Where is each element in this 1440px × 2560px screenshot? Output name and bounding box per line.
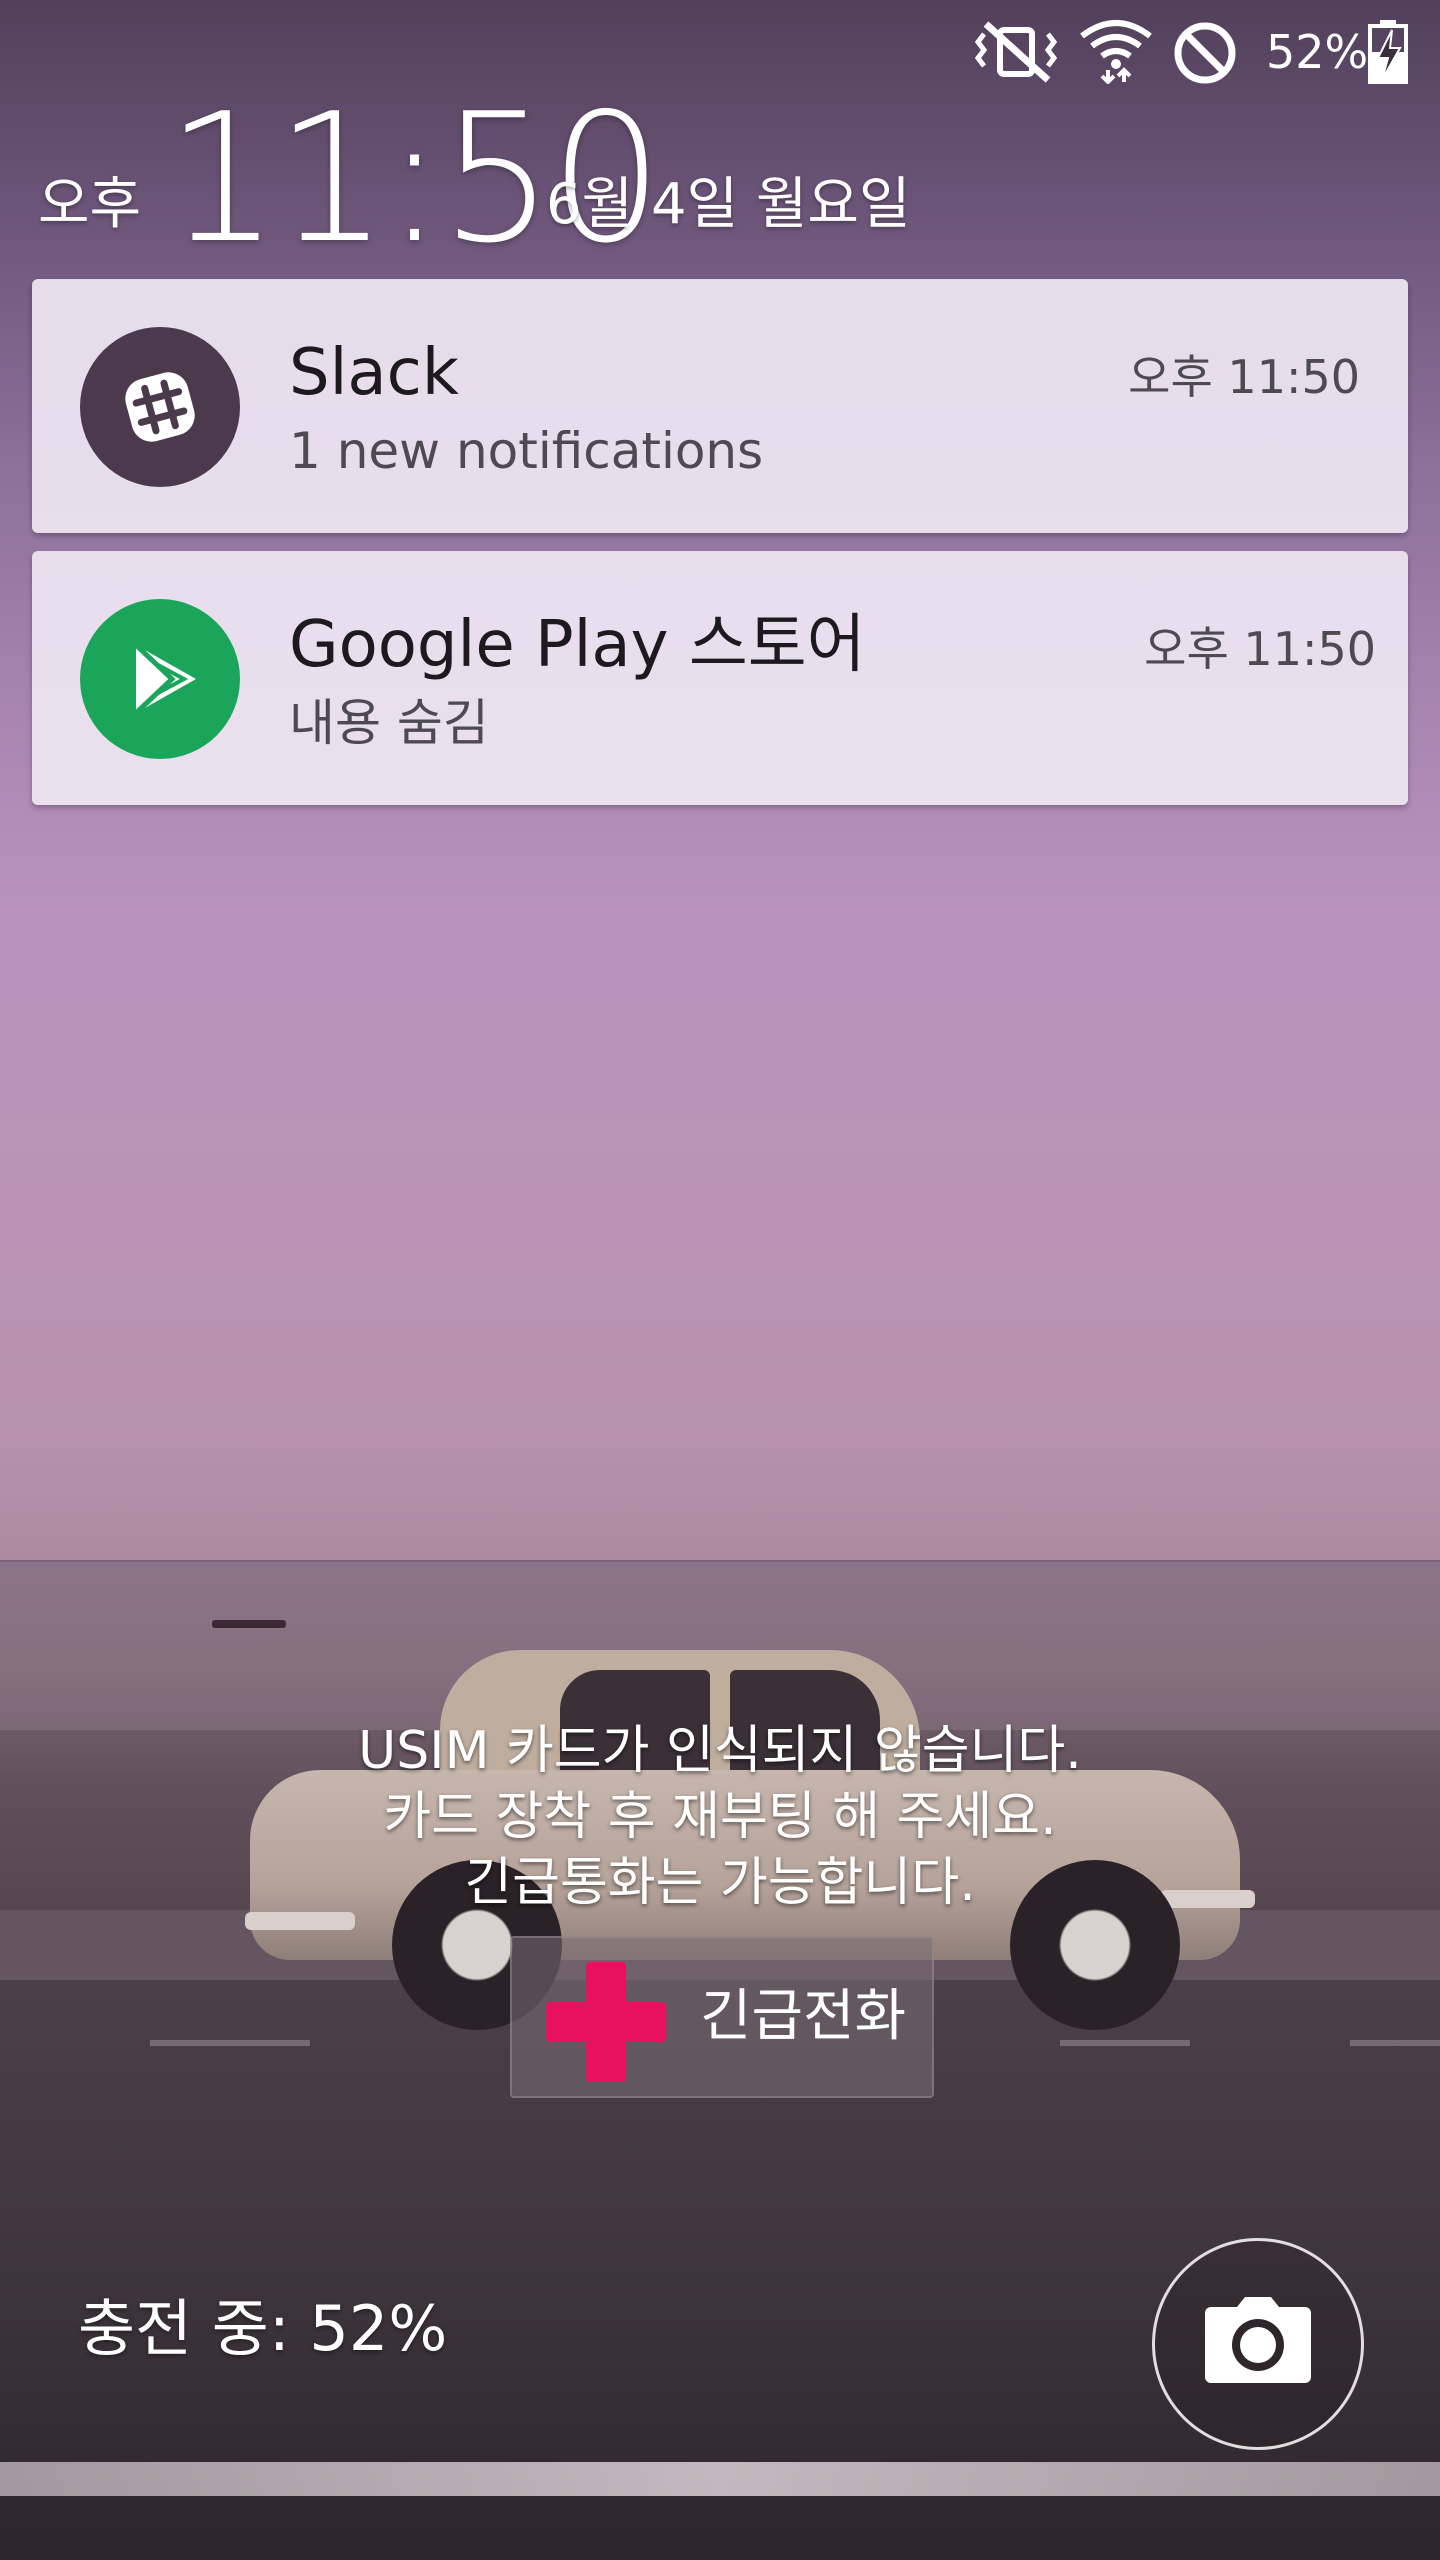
camera-shortcut-button[interactable]: [1152, 2238, 1364, 2450]
notification-google-play[interactable]: Google Play 스토어 내용 숨김 오후 11:50: [32, 551, 1408, 805]
notification-time: 오후 11:50: [1128, 350, 1360, 404]
wallpaper-lane-dash: [1060, 2040, 1190, 2046]
sim-message-line: 카드 장착 후 재부팅 해 주세요.: [383, 1787, 1057, 1847]
wallpaper-road-stripe: [0, 2462, 1440, 2496]
play-store-icon: [80, 599, 240, 759]
wifi-icon: [1078, 18, 1154, 85]
emergency-call-label: 긴급전화: [700, 1984, 907, 2049]
vibrate-mute-icon: [966, 18, 1066, 84]
sim-message-line: 긴급통화는 가능합니다.: [464, 1853, 976, 1913]
wallpaper-boat: [212, 1620, 286, 1628]
wallpaper-lane-dash: [1350, 2040, 1440, 2046]
camera-icon: [1201, 2293, 1315, 2393]
notification-text: 1 new notifications: [289, 422, 764, 480]
notification-slack[interactable]: Slack 1 new notifications 오후 11:50: [32, 279, 1408, 533]
charging-status: 충전 중: 52%: [78, 2292, 448, 2365]
notification-title: Slack: [289, 336, 459, 410]
notification-time: 오후 11:50: [1144, 622, 1376, 676]
notification-title: Google Play 스토어: [289, 608, 866, 682]
red-cross-icon: [542, 1958, 670, 2086]
slack-icon: [80, 327, 240, 487]
notification-text: 내용 숨김: [289, 694, 489, 752]
battery-percent: 52%: [1266, 25, 1369, 79]
wallpaper-lane-dash: [150, 2040, 310, 2046]
do-not-disturb-icon: [1172, 18, 1238, 84]
wallpaper-horizon: [0, 1560, 1440, 1562]
emergency-call-button[interactable]: 긴급전화: [510, 1936, 934, 2098]
sim-message-line: USIM 카드가 인식되지 않습니다.: [358, 1721, 1082, 1781]
clock-ampm: 오후: [38, 172, 142, 237]
lock-date: 6월 4일 월요일: [546, 172, 911, 237]
battery-charging-icon: [1366, 18, 1410, 84]
